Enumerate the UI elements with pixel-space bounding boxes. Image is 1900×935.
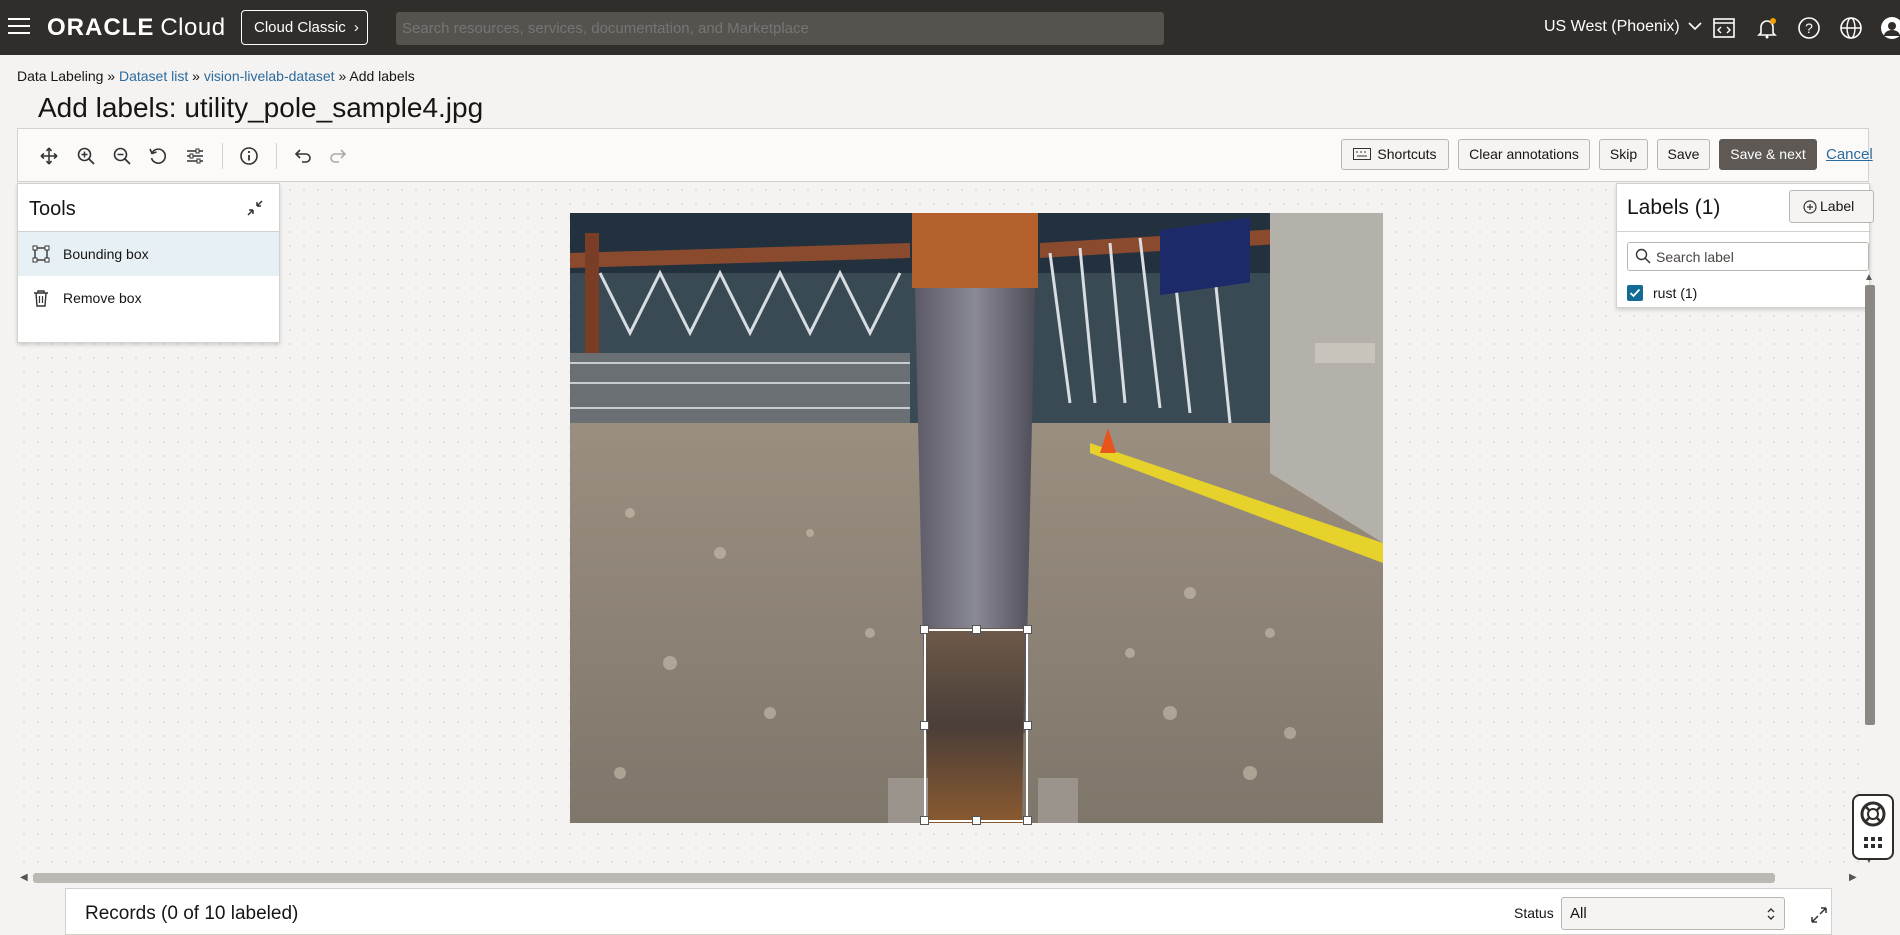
breadcrumb-data-labeling: Data Labeling (17, 68, 104, 84)
breadcrumb-add-labels: Add labels (349, 68, 415, 84)
status-value: All (1570, 905, 1587, 922)
status-label: Status (1514, 905, 1554, 921)
records-title: Records (0 of 10 labeled) (85, 903, 299, 924)
bounding-box-annotation[interactable] (920, 625, 1032, 825)
tools-panel: Tools Bounding box Remove box (17, 183, 280, 343)
plus-circle-icon (1803, 200, 1817, 214)
move-icon[interactable] (39, 146, 59, 166)
resize-handle[interactable] (972, 816, 981, 825)
add-label-text: Label (1820, 198, 1855, 214)
breadcrumb-dataset-list[interactable]: Dataset list (119, 68, 188, 84)
shortcuts-label: Shortcuts (1377, 146, 1437, 162)
vertical-scrollbar[interactable] (1865, 285, 1875, 725)
shortcuts-button[interactable]: Shortcuts (1341, 139, 1449, 170)
bounding-box-icon (32, 245, 50, 263)
bell-icon[interactable] (1755, 16, 1779, 40)
tools-title: Tools (29, 198, 76, 220)
scroll-left-arrow[interactable]: ◀ (20, 872, 28, 883)
menu-icon[interactable] (8, 18, 30, 36)
trash-icon (34, 290, 48, 307)
tools-panel-header: Tools (18, 184, 279, 232)
horizontal-scrollbar[interactable] (33, 873, 1775, 883)
global-search-input[interactable] (396, 12, 1164, 45)
undo-icon[interactable] (292, 146, 312, 166)
scroll-right-arrow[interactable]: ▶ (1849, 872, 1857, 883)
collapse-icon[interactable] (245, 198, 265, 218)
checkmark-icon (1629, 288, 1641, 298)
resize-handle[interactable] (1023, 816, 1032, 825)
breadcrumb: Data Labeling » Dataset list » vision-li… (17, 68, 415, 84)
save-button[interactable]: Save (1657, 139, 1710, 170)
cloud-classic-button[interactable]: Cloud Classic › (241, 10, 368, 45)
tool-bounding-box[interactable]: Bounding box (18, 232, 279, 276)
resize-handle[interactable] (920, 721, 929, 730)
clear-annotations-button[interactable]: Clear annotations (1458, 139, 1590, 170)
resize-handle[interactable] (920, 816, 929, 825)
add-label-button[interactable]: Label (1789, 190, 1874, 223)
tool-remove-box-label: Remove box (63, 290, 142, 306)
scroll-up-arrow[interactable]: ▲ (1864, 272, 1874, 283)
top-navigation-bar: ORACLECloud Cloud Classic › US West (Pho… (0, 0, 1900, 55)
globe-icon[interactable] (1839, 16, 1863, 40)
label-checkbox-rust[interactable] (1627, 285, 1643, 301)
cloud-classic-label: Cloud Classic (254, 19, 346, 36)
profile-icon[interactable] (1880, 16, 1900, 40)
chevron-right-icon: › (353, 19, 359, 36)
select-arrows-icon (1767, 908, 1775, 920)
help-icon[interactable]: ? (1797, 16, 1821, 40)
region-selector[interactable]: US West (Phoenix) (1544, 18, 1702, 36)
annotation-toolbar: Shortcuts Clear annotations Skip Save Sa… (17, 128, 1873, 182)
info-icon[interactable] (239, 146, 259, 166)
breadcrumb-dataset[interactable]: vision-livelab-dataset (204, 68, 335, 84)
lifebuoy-icon (1860, 801, 1886, 827)
records-panel: Records (0 of 10 labeled) Status All (65, 888, 1832, 935)
brand-oracle: ORACLE (47, 14, 155, 41)
page-title: Add labels: utility_pole_sample4.jpg (38, 92, 484, 123)
labels-panel: Labels (1) Label rust (1) (1616, 183, 1874, 308)
apps-grid-icon (1864, 837, 1882, 848)
toolbar-divider (276, 143, 277, 169)
redo-icon[interactable] (329, 146, 349, 166)
label-search-input[interactable] (1627, 242, 1869, 271)
oracle-cloud-logo[interactable]: ORACLE Cloud (47, 14, 226, 42)
cancel-link[interactable]: Cancel (1826, 146, 1873, 163)
search-icon (1635, 248, 1651, 264)
zoom-in-icon[interactable] (76, 146, 96, 166)
breadcrumb-separator: » (192, 68, 200, 84)
resize-handle[interactable] (1023, 625, 1032, 634)
tool-remove-box[interactable]: Remove box (18, 276, 279, 320)
labels-title: Labels (1) (1627, 196, 1721, 219)
reset-icon[interactable] (148, 146, 168, 166)
region-label: US West (Phoenix) (1544, 18, 1680, 35)
tool-bounding-box-label: Bounding box (63, 246, 149, 262)
breadcrumb-separator: » (338, 68, 347, 84)
label-rust: rust (1) (1653, 285, 1698, 301)
resize-handle[interactable] (1023, 721, 1032, 730)
resize-handle[interactable] (920, 625, 929, 634)
zoom-out-icon[interactable] (112, 146, 132, 166)
help-widget[interactable] (1852, 794, 1894, 860)
code-editor-icon[interactable] (1712, 16, 1736, 40)
brand-cloud: Cloud (160, 14, 226, 41)
toolbar-divider (222, 143, 223, 169)
chevron-down-icon (1688, 22, 1702, 31)
keyboard-icon (1353, 148, 1372, 160)
labels-divider (1617, 231, 1871, 232)
resize-handle[interactable] (972, 625, 981, 634)
breadcrumb-separator: » (107, 68, 116, 84)
expand-icon[interactable] (1809, 905, 1829, 925)
svg-text:?: ? (1805, 20, 1813, 36)
adjust-icon[interactable] (185, 146, 205, 166)
save-next-button[interactable]: Save & next (1719, 139, 1817, 170)
skip-button[interactable]: Skip (1599, 139, 1648, 170)
status-select[interactable]: All (1561, 897, 1785, 930)
